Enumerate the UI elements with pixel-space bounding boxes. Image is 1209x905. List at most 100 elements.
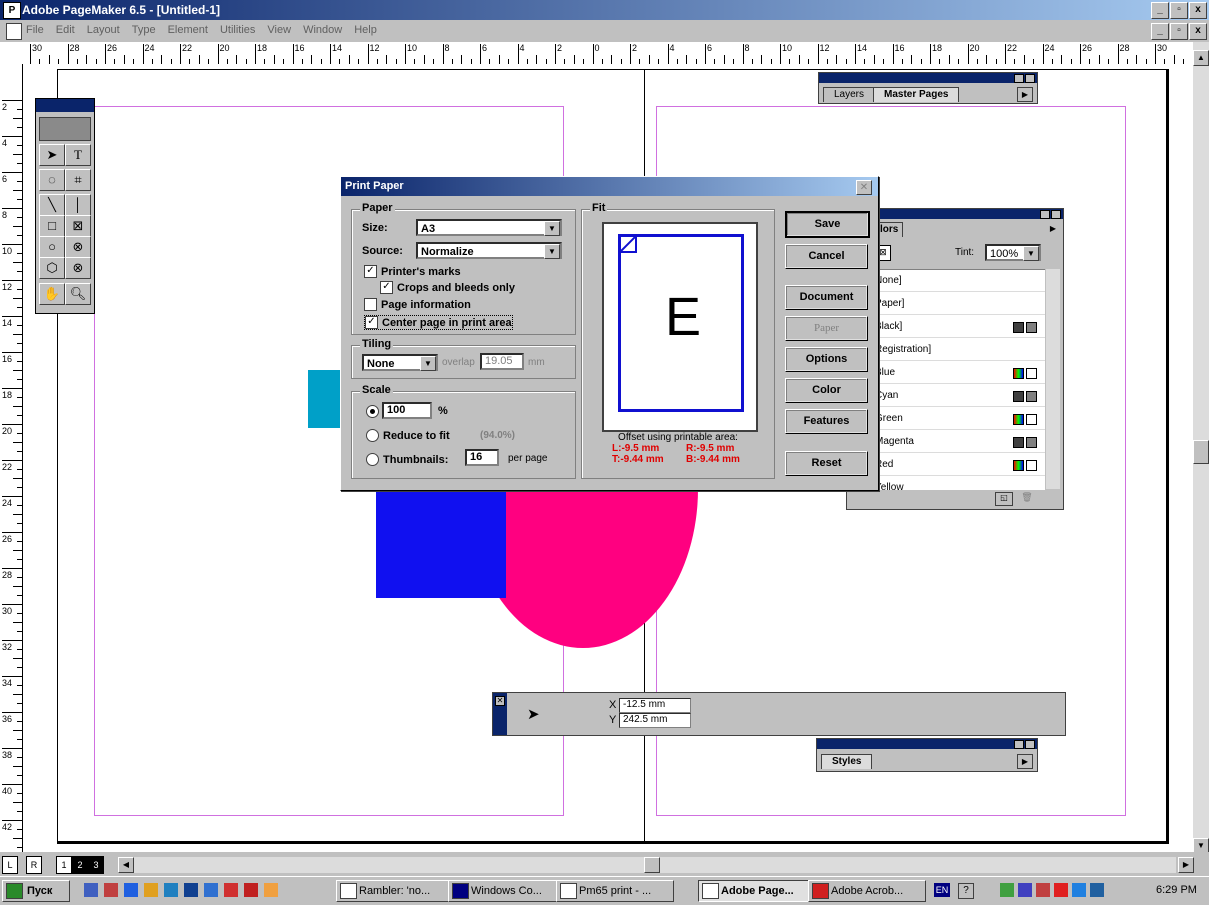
tray-icon[interactable] [1054, 883, 1068, 897]
control-palette-close-icon[interactable]: ✕ [495, 696, 505, 706]
y-position-input[interactable]: 242.5 mm [619, 713, 691, 728]
control-palette-grip[interactable]: ✕ [493, 693, 507, 735]
colors-panel-menu-arrow-icon[interactable]: ▶ [1047, 223, 1059, 235]
vertical-scrollbar[interactable]: ▲ ▼ [1193, 42, 1209, 860]
tint-select[interactable]: 100% ▼ [985, 244, 1041, 261]
tab-master-pages[interactable]: Master Pages [873, 87, 960, 102]
styles-panel-title-bar[interactable] [817, 739, 1037, 749]
page-information-checkbox[interactable]: Page information [364, 298, 471, 311]
tiling-select[interactable]: None ▼ [362, 354, 438, 371]
close-button[interactable]: x [1189, 2, 1207, 19]
tiling-dropdown-icon[interactable]: ▼ [420, 356, 436, 371]
center-page-checkbox[interactable]: ✓ Center page in print area [364, 315, 513, 330]
tab-layers[interactable]: Layers [823, 87, 876, 102]
text-tool-icon[interactable]: T [65, 144, 91, 166]
zoom-tool-icon[interactable]: 🔍︎ [65, 283, 91, 305]
language-indicator[interactable]: EN [934, 883, 950, 897]
color-button[interactable]: Color [785, 378, 868, 403]
paper-button[interactable]: Paper [785, 316, 868, 341]
scroll-right-button[interactable]: ▶ [1178, 857, 1194, 873]
panel-close-icon[interactable] [1025, 74, 1035, 83]
source-select[interactable]: Normalize ▼ [416, 242, 562, 259]
scale-percent-radio[interactable] [366, 405, 379, 418]
toolbox-title-bar[interactable] [36, 99, 94, 112]
reset-button[interactable]: Reset [785, 451, 868, 476]
scroll-up-button[interactable]: ▲ [1193, 50, 1209, 66]
maximize-button[interactable]: ▫ [1170, 2, 1188, 19]
rectangle-tool-icon[interactable]: □ [39, 215, 65, 237]
polygon-tool-icon[interactable]: ⬡ [39, 257, 65, 279]
tray-icon[interactable] [1000, 883, 1014, 897]
quicklaunch-icon[interactable] [204, 883, 218, 897]
size-select[interactable]: A3 ▼ [416, 219, 562, 236]
quicklaunch-icon[interactable] [184, 883, 198, 897]
scale-input[interactable]: 100 [382, 402, 432, 419]
cancel-button[interactable]: Cancel [785, 244, 868, 269]
horizontal-ruler[interactable]: 30 28 26 24 22 20 18 16 14 12 10 8 6 4 2 0 2 4 6 8 10 12 14 16 1… [0, 42, 1193, 65]
printers-marks-checkbox[interactable]: ✓ Printer's marks [364, 265, 461, 278]
menu-layout[interactable]: Layout [87, 24, 120, 36]
color-list-scrollbar[interactable] [1046, 269, 1060, 489]
page-1-icon[interactable]: 1 [56, 856, 72, 874]
source-dropdown-icon[interactable]: ▼ [544, 244, 560, 259]
quicklaunch-icon[interactable] [144, 883, 158, 897]
doc-minimize-button[interactable]: _ [1151, 23, 1169, 40]
taskbar-item-pagemaker[interactable]: Adobe Page... [698, 880, 816, 902]
taskbar-item-rambler[interactable]: Rambler: 'no... [336, 880, 454, 902]
horizontal-scroll-thumb[interactable] [644, 857, 660, 873]
polygon-frame-tool-icon[interactable]: ⊗ [65, 257, 91, 279]
menu-type[interactable]: Type [132, 24, 156, 36]
scroll-thumb[interactable] [1193, 440, 1209, 464]
options-button[interactable]: Options [785, 347, 868, 372]
tray-icon[interactable] [1072, 883, 1086, 897]
taskbar-item-pm65-print[interactable]: Pm65 print - ... [556, 880, 674, 902]
minimize-button[interactable]: _ [1151, 2, 1169, 19]
save-button[interactable]: Save [785, 211, 870, 238]
quicklaunch-icon[interactable] [104, 883, 118, 897]
start-button[interactable]: Пуск [2, 880, 70, 902]
vertical-ruler[interactable]: 2 4 6 8 10 12 14 16 18 20 22 24 26 28 30 32 34 36 38 40 42 [0, 64, 23, 876]
dialog-close-icon[interactable]: ✕ [856, 180, 872, 195]
help-tray-icon[interactable]: ? [958, 883, 974, 899]
pagemaker-app-icon[interactable]: P [3, 2, 21, 19]
quicklaunch-icon[interactable] [264, 883, 278, 897]
colors-panel-close-icon[interactable] [1051, 210, 1061, 219]
styles-panel-menu-arrow-icon[interactable]: ▶ [1017, 754, 1033, 769]
crops-bleeds-checkbox[interactable]: ✓ Crops and bleeds only [380, 281, 515, 294]
crop-tool-icon[interactable]: ⌗ [65, 169, 91, 191]
scroll-left-button[interactable]: ◀ [118, 857, 134, 873]
rotate-tool-icon[interactable]: ◌ [39, 169, 65, 191]
thumbnails-radio[interactable]: Thumbnails: [366, 453, 448, 466]
quicklaunch-icon[interactable] [84, 883, 98, 897]
ellipse-tool-icon[interactable]: ○ [39, 236, 65, 258]
taskbar-item-windows-commander[interactable]: Windows Co... [448, 880, 566, 902]
tint-dropdown-icon[interactable]: ▼ [1023, 246, 1039, 261]
line-tool-icon[interactable]: ╲ [39, 194, 65, 216]
new-color-icon[interactable]: ◱ [995, 492, 1013, 506]
master-right-page-icon[interactable]: R [26, 856, 42, 874]
menu-file[interactable]: File [26, 24, 44, 36]
tab-styles[interactable]: Styles [821, 754, 873, 769]
menu-window[interactable]: Window [303, 24, 342, 36]
document-button[interactable]: Document [785, 285, 868, 310]
pointer-tool-icon[interactable]: ➤ [39, 144, 65, 166]
features-button[interactable]: Features [785, 409, 868, 434]
rectangle-frame-tool-icon[interactable]: ⊠ [65, 215, 91, 237]
document-icon[interactable] [6, 23, 22, 40]
doc-maximize-button[interactable]: ▫ [1170, 23, 1188, 40]
panel-minimize-icon[interactable] [1014, 74, 1024, 83]
quicklaunch-icon[interactable] [224, 883, 238, 897]
quicklaunch-icon[interactable] [244, 883, 258, 897]
page-2-icon[interactable]: 2 [72, 856, 88, 874]
thumbnails-input[interactable]: 16 [465, 449, 499, 466]
constrained-line-tool-icon[interactable]: │ [65, 194, 91, 216]
quicklaunch-icon[interactable] [124, 883, 138, 897]
tray-icon[interactable] [1018, 883, 1032, 897]
panel-title-bar[interactable] [819, 73, 1037, 83]
size-dropdown-icon[interactable]: ▼ [544, 221, 560, 236]
tray-icon[interactable] [1036, 883, 1050, 897]
doc-close-button[interactable]: x [1189, 23, 1207, 40]
styles-panel-minimize-icon[interactable] [1014, 740, 1024, 749]
trash-icon[interactable]: 🗑︎ [1019, 492, 1035, 504]
styles-panel-close-icon[interactable] [1025, 740, 1035, 749]
